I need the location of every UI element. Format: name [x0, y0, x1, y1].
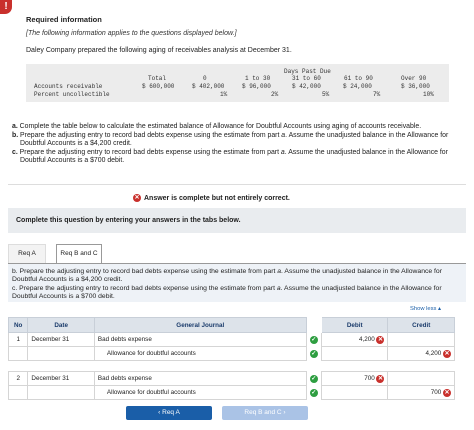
col-0: 0 [203, 75, 207, 82]
entry-credit[interactable]: 700 ✕ [387, 385, 455, 400]
col-over-90: Over 90 [401, 75, 427, 82]
entry-date[interactable]: December 31 [27, 371, 95, 386]
pct-31-60: 5% [322, 91, 330, 98]
answer-status-text: Answer is complete but not entirely corr… [144, 194, 290, 202]
row-accounts-receivable-label: Accounts receivable [34, 83, 103, 90]
entry-no: 1 [7, 332, 29, 347]
tab-req-a[interactable]: Req A [8, 244, 46, 264]
entry-date[interactable]: December 31 [27, 332, 95, 347]
header-date: Date [27, 317, 95, 333]
entry-debit[interactable] [320, 346, 389, 361]
ar-61-90: $ 24,000 [343, 83, 372, 90]
part-b-text: b. Prepare the adjusting entry to record… [12, 268, 442, 284]
entry-date[interactable] [27, 346, 95, 361]
next-req-b-and-c-button[interactable]: Req B and C › [222, 406, 308, 420]
prev-req-a-button[interactable]: ‹ Req A [126, 406, 212, 420]
ar-1-30: $ 96,000 [242, 83, 271, 90]
table-row: 2 December 31 Bad debts expense ✓ 700 ✕ [7, 371, 455, 386]
journal-header-row: No Date General Journal Debit Credit [7, 317, 455, 333]
entry-account[interactable]: Bad debts expense [93, 332, 307, 347]
col-61-90: 61 to 90 [344, 75, 373, 82]
show-less-link[interactable]: Show less ▴ [410, 306, 441, 312]
table-row: 1 December 31 Bad debts expense ✓ 4,200 … [7, 332, 455, 347]
entry-account[interactable]: Allowance for doubtful accounts [93, 385, 307, 400]
entry-no: 2 [7, 371, 29, 386]
pct-61-90: 7% [373, 91, 381, 98]
part-c-text: c. Prepare the adjusting entry to record… [12, 284, 442, 300]
question-list: a. Complete the table below to calculate… [12, 123, 467, 166]
error-x-icon: ✕ [133, 194, 141, 202]
question-a: a. Complete the table below to calculate… [12, 123, 422, 130]
entry-no [7, 385, 29, 400]
entry-account[interactable]: Allowance for doubtful accounts [93, 346, 307, 361]
required-info-title: Required information [26, 15, 102, 24]
question-c: c. Prepare the adjusting entry to record… [12, 148, 448, 165]
header-credit: Credit [387, 317, 455, 333]
entry-debit[interactable]: 700 ✕ [320, 371, 389, 386]
days-past-due-header: Days Past Due [284, 68, 331, 75]
row-percent-uncollectible-label: Percent uncollectible [34, 91, 110, 98]
entry-credit[interactable] [387, 332, 455, 347]
part-instructions: b. Prepare the adjusting entry to record… [8, 263, 466, 302]
alert-icon: ! [0, 0, 12, 14]
check-icon: ✓ [309, 374, 318, 383]
header-general-journal: General Journal [93, 317, 307, 333]
header-debit: Debit [320, 317, 389, 333]
ar-31-60: $ 42,000 [292, 83, 321, 90]
entry-credit[interactable] [387, 371, 455, 386]
entry-credit[interactable]: 4,200 ✕ [387, 346, 455, 361]
entry-debit[interactable]: 4,200 ✕ [320, 332, 389, 347]
check-icon: ✓ [309, 349, 318, 358]
error-x-icon: ✕ [376, 374, 385, 383]
aging-table: Days Past Due Total 0 1 to 30 31 to 60 6… [26, 64, 449, 102]
table-row: Allowance for doubtful accounts ✓ 700 ✕ [7, 385, 455, 400]
complete-prompt: Complete this question by entering your … [8, 208, 466, 233]
ar-0: $ 402,000 [192, 83, 225, 90]
problem-intro: Daley Company prepared the following agi… [26, 47, 292, 54]
pct-1-30: 2% [271, 91, 279, 98]
divider [8, 184, 466, 185]
col-total: Total [148, 75, 167, 82]
error-x-icon: ✕ [443, 388, 451, 397]
ar-over-90: $ 36,000 [401, 83, 430, 90]
question-b: b. Prepare the adjusting entry to record… [12, 131, 449, 148]
entry-account[interactable]: Bad debts expense [93, 371, 307, 386]
tab-req-b-and-c[interactable]: Req B and C [56, 244, 102, 264]
entry-date[interactable] [27, 385, 95, 400]
pct-over-90: 10% [423, 91, 434, 98]
ar-total: $ 600,000 [142, 83, 175, 90]
entry-debit[interactable] [320, 385, 389, 400]
answer-status: ✕ Answer is complete but not entirely co… [133, 194, 290, 202]
check-icon: ✓ [309, 335, 318, 344]
header-no: No [7, 317, 29, 333]
journal-table: No Date General Journal Debit Credit 1 D… [7, 317, 455, 400]
col-1-30: 1 to 30 [245, 75, 271, 82]
error-x-icon: ✕ [443, 349, 451, 358]
table-row: Allowance for doubtful accounts ✓ 4,200 … [7, 346, 455, 361]
check-icon: ✓ [309, 388, 318, 397]
error-x-icon: ✕ [376, 335, 385, 344]
info-note: [The following information applies to th… [26, 30, 237, 37]
col-31-60: 31 to 60 [292, 75, 321, 82]
pct-0: 1% [220, 91, 228, 98]
entry-no [7, 346, 29, 361]
